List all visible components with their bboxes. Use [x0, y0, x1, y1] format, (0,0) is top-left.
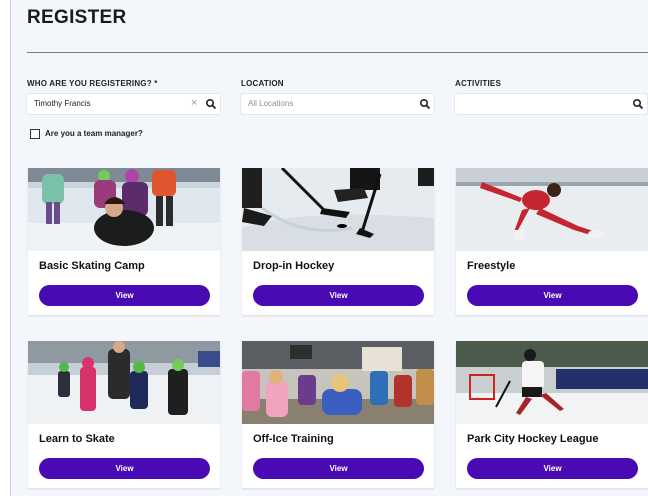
activity-card-learn-to-skate[interactable]: Learn to Skate View	[28, 341, 220, 488]
activities-field[interactable]	[455, 94, 647, 114]
page-title: REGISTER	[27, 7, 127, 28]
view-button[interactable]: View	[253, 285, 424, 306]
who-label: WHO ARE YOU REGISTERING? *	[27, 79, 158, 88]
kids-skating-photo	[28, 168, 220, 251]
off-ice-training-photo	[242, 341, 434, 424]
activity-card-freestyle[interactable]: Freestyle View	[456, 168, 648, 315]
view-button[interactable]: View	[253, 458, 424, 479]
view-button[interactable]: View	[467, 285, 638, 306]
location-label: LOCATION	[241, 79, 284, 88]
search-icon[interactable]	[419, 98, 431, 110]
view-button[interactable]: View	[39, 285, 210, 306]
card-title: Park City Hockey League	[467, 433, 599, 445]
card-title: Drop-in Hockey	[253, 260, 335, 272]
left-edge-divider	[10, 0, 11, 496]
who-value: Timothy Francis	[34, 99, 91, 108]
activity-card-basic-skating-camp[interactable]: Basic Skating Camp View	[28, 168, 220, 315]
location-placeholder: All Locations	[248, 99, 294, 108]
hockey-player-photo	[456, 341, 648, 424]
location-field[interactable]: All Locations	[241, 94, 434, 114]
card-title: Off-Ice Training	[253, 433, 334, 445]
card-title: Basic Skating Camp	[39, 260, 145, 272]
team-manager-checkbox[interactable]	[30, 129, 40, 139]
clear-icon[interactable]: ×	[191, 97, 197, 109]
card-title: Learn to Skate	[39, 433, 115, 445]
team-manager-label: Are you a team manager?	[45, 129, 143, 138]
title-divider	[27, 52, 648, 53]
view-button[interactable]: View	[467, 458, 638, 479]
search-icon[interactable]	[205, 98, 217, 110]
search-icon[interactable]	[632, 98, 644, 110]
hockey-sticks-photo	[242, 168, 434, 251]
activity-card-park-city-hockey-league[interactable]: Park City Hockey League View	[456, 341, 648, 488]
activities-label: ACTIVITIES	[455, 79, 502, 88]
figure-skater-photo	[456, 168, 648, 251]
activity-card-off-ice-training[interactable]: Off-Ice Training View	[242, 341, 434, 488]
who-field[interactable]: Timothy Francis ×	[27, 94, 220, 114]
learn-to-skate-photo	[28, 341, 220, 424]
view-button[interactable]: View	[39, 458, 210, 479]
activity-card-drop-in-hockey[interactable]: Drop-in Hockey View	[242, 168, 434, 315]
card-title: Freestyle	[467, 260, 516, 272]
